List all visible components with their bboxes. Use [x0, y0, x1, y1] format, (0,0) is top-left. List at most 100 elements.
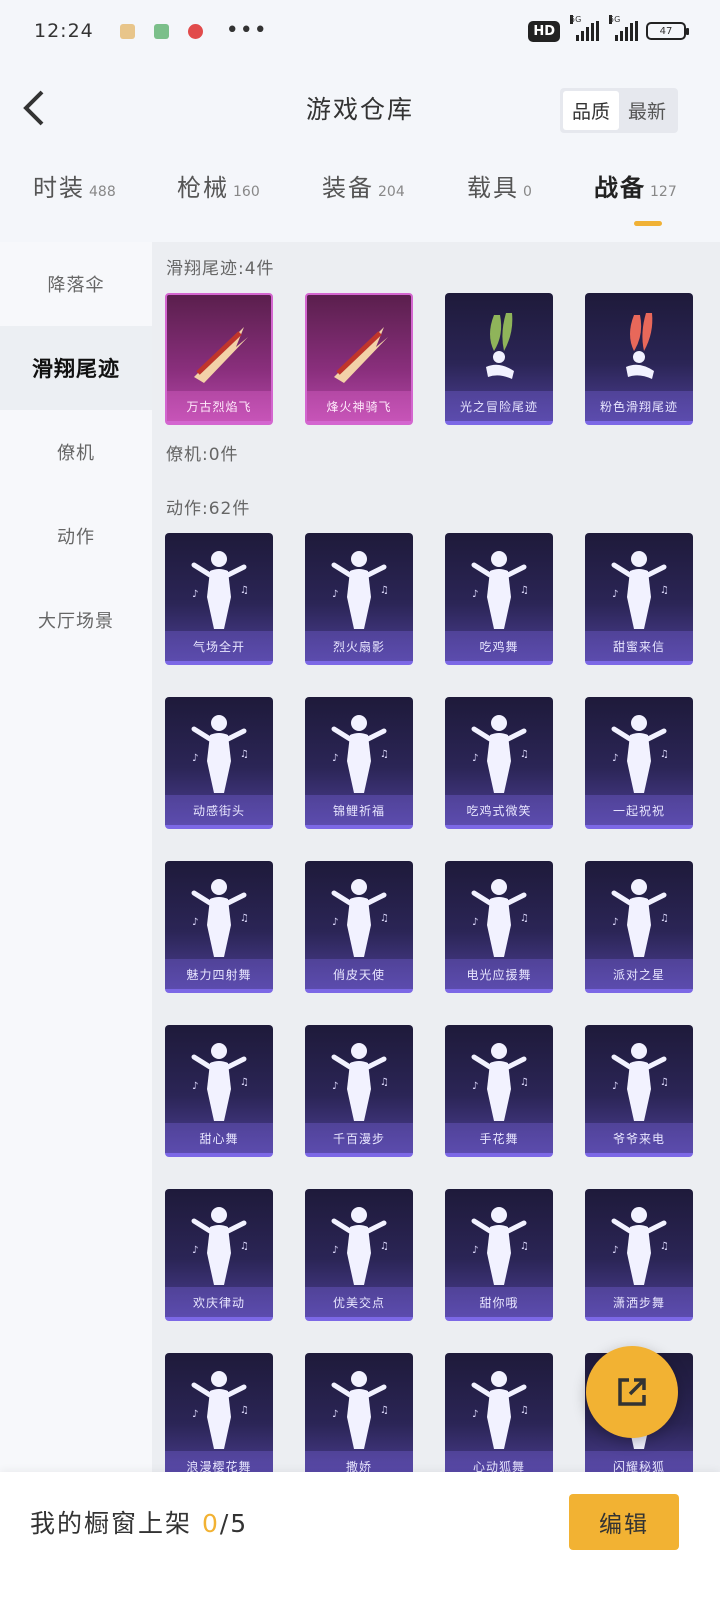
signal-icon: 5G — [568, 15, 599, 41]
tab-equipment[interactable]: 装备 204 — [322, 168, 405, 203]
svg-text:♫: ♫ — [240, 749, 249, 760]
svg-text:♪: ♪ — [332, 917, 338, 928]
svg-text:♪: ♪ — [192, 753, 198, 764]
svg-text:♫: ♫ — [520, 1405, 529, 1416]
item-name: 优美交点 — [305, 1287, 413, 1317]
item-card[interactable]: ♪ ♫ 动感街头 — [165, 697, 273, 829]
tab-count: 204 — [378, 184, 405, 200]
item-card[interactable]: 粉色滑翔尾迹 — [585, 293, 693, 425]
item-thumbnail: ♪♫ — [445, 707, 553, 797]
item-thumbnail: ♪♫ — [305, 871, 413, 961]
share-button[interactable] — [586, 1346, 678, 1438]
item-card[interactable]: ♪ ♫ 派对之星 — [585, 861, 693, 993]
item-card[interactable]: ♪ ♫ 手花舞 — [445, 1025, 553, 1157]
item-card[interactable]: ♪ ♫ 魅力四射舞 — [165, 861, 273, 993]
item-thumbnail: ♪♫ — [445, 1199, 553, 1289]
item-name: 欢庆律动 — [165, 1287, 273, 1317]
item-card[interactable]: ♪ ♫ 俏皮天使 — [305, 861, 413, 993]
sort-option-newest[interactable]: 最新 — [619, 91, 675, 130]
item-card[interactable]: ♪ ♫ 甜你哦 — [445, 1189, 553, 1321]
sidebar-item-glide-trail[interactable]: 滑翔尾迹 — [0, 326, 152, 410]
item-thumbnail: ♪♫ — [165, 1199, 273, 1289]
svg-text:♪: ♪ — [192, 1409, 198, 1420]
status-bar: 12:24 ••• HD 5G 5G 47 — [0, 0, 720, 62]
tab-count: 127 — [650, 184, 677, 200]
tab-count: 0 — [523, 184, 532, 200]
tab-gear[interactable]: 战备 127 — [594, 168, 677, 203]
sidebar-item-lobby-scene[interactable]: 大厅场景 — [0, 578, 152, 662]
tab-count: 488 — [89, 184, 116, 200]
battery-icon: 47 — [646, 22, 689, 40]
item-thumbnail: ♪♫ — [445, 1363, 553, 1453]
item-card[interactable]: 光之冒险尾迹 — [445, 293, 553, 425]
sidebar-item-emotes[interactable]: 动作 — [0, 494, 152, 578]
item-card[interactable]: ♪ ♫ 吃鸡式微笑 — [445, 697, 553, 829]
item-name: 锦鲤祈福 — [305, 795, 413, 825]
item-card[interactable]: ♪ ♫ 吃鸡舞 — [445, 533, 553, 665]
item-card[interactable]: ♪ ♫ 心动狐舞 — [445, 1353, 553, 1485]
item-name: 爷爷来电 — [585, 1123, 693, 1153]
item-name: 潇洒步舞 — [585, 1287, 693, 1317]
item-card[interactable]: ♪ ♫ 撒娇 — [305, 1353, 413, 1485]
svg-text:♪: ♪ — [192, 917, 198, 928]
svg-text:♫: ♫ — [380, 1077, 389, 1088]
item-name: 派对之星 — [585, 959, 693, 989]
item-card[interactable]: ♪ ♫ 甜蜜来信 — [585, 533, 693, 665]
item-card[interactable]: ♪ ♫ 电光应援舞 — [445, 861, 553, 993]
item-card[interactable]: ♪ ♫ 烈火扇影 — [305, 533, 413, 665]
item-card[interactable]: 烽火神骑飞 — [305, 293, 413, 425]
tab-weapons[interactable]: 枪械 160 — [177, 168, 260, 203]
svg-text:♫: ♫ — [520, 913, 529, 924]
app-notification-icon — [153, 23, 169, 39]
item-name: 烽火神骑飞 — [307, 391, 411, 421]
sidebar: 降落伞 滑翔尾迹 僚机 动作 大厅场景 — [0, 242, 152, 1500]
item-card[interactable]: ♪ ♫ 优美交点 — [305, 1189, 413, 1321]
item-card[interactable]: ♪ ♫ 气场全开 — [165, 533, 273, 665]
showcase-status: 我的橱窗上架 0/5 — [30, 1504, 248, 1540]
tab-label: 装备 — [322, 174, 374, 202]
item-thumbnail: ♪♫ — [305, 1363, 413, 1453]
svg-text:♪: ♪ — [612, 1081, 618, 1092]
item-thumbnail: ♪♫ — [165, 707, 273, 797]
svg-text:♪: ♪ — [332, 753, 338, 764]
item-name: 俏皮天使 — [305, 959, 413, 989]
item-card[interactable]: ♪ ♫ 爷爷来电 — [585, 1025, 693, 1157]
tab-count: 160 — [233, 184, 260, 200]
item-thumbnail: ♪♫ — [445, 871, 553, 961]
item-card[interactable]: ♪ ♫ 锦鲤祈福 — [305, 697, 413, 829]
item-card[interactable]: ♪ ♫ 千百漫步 — [305, 1025, 413, 1157]
item-card[interactable]: ♪ ♫ 一起祝祝 — [585, 697, 693, 829]
item-card[interactable]: ♪ ♫ 甜心舞 — [165, 1025, 273, 1157]
signal-icon: 5G — [607, 15, 638, 41]
item-card[interactable]: ♪ ♫ 潇洒步舞 — [585, 1189, 693, 1321]
hd-voice-icon: HD — [528, 20, 560, 42]
tab-fashion[interactable]: 时装 488 — [33, 168, 116, 203]
edit-button[interactable]: 编辑 — [569, 1494, 679, 1550]
tab-label: 战备 — [594, 174, 646, 202]
svg-text:♪: ♪ — [612, 753, 618, 764]
item-thumbnail — [167, 305, 271, 395]
svg-text:♫: ♫ — [660, 1077, 669, 1088]
tab-label: 枪械 — [177, 174, 229, 202]
app-notification-icon — [119, 23, 135, 39]
sort-option-quality[interactable]: 品质 — [562, 91, 619, 130]
svg-text:♫: ♫ — [380, 913, 389, 924]
sidebar-item-wingman[interactable]: 僚机 — [0, 410, 152, 494]
item-card[interactable]: ♪ ♫ 欢庆律动 — [165, 1189, 273, 1321]
bottom-bar: 我的橱窗上架 0/5 编辑 — [0, 1472, 720, 1600]
item-thumbnail: ♪♫ — [305, 1199, 413, 1289]
item-card[interactable]: 万古烈焰飞 — [165, 293, 273, 425]
svg-text:♪: ♪ — [192, 589, 198, 600]
item-name: 手花舞 — [445, 1123, 553, 1153]
item-name: 吃鸡舞 — [445, 631, 553, 661]
item-thumbnail: ♪♫ — [165, 1363, 273, 1453]
item-card[interactable]: ♪ ♫ 浪漫樱花舞 — [165, 1353, 273, 1485]
sidebar-item-parachute[interactable]: 降落伞 — [0, 242, 152, 326]
more-notifications-icon: ••• — [225, 18, 268, 43]
item-grid: 滑翔尾迹:4件 僚机:0件 动作:62件 万古烈焰飞 烽火神骑飞 光之冒险尾迹 粉色滑… — [152, 242, 720, 1500]
header: 游戏仓库 品质 最新 — [0, 68, 720, 148]
item-thumbnail — [445, 303, 553, 393]
tab-vehicles[interactable]: 载具 0 — [467, 168, 532, 203]
category-tabs: 时装 488 枪械 160 装备 204 载具 0 战备 127 — [0, 168, 720, 228]
svg-text:♫: ♫ — [240, 585, 249, 596]
